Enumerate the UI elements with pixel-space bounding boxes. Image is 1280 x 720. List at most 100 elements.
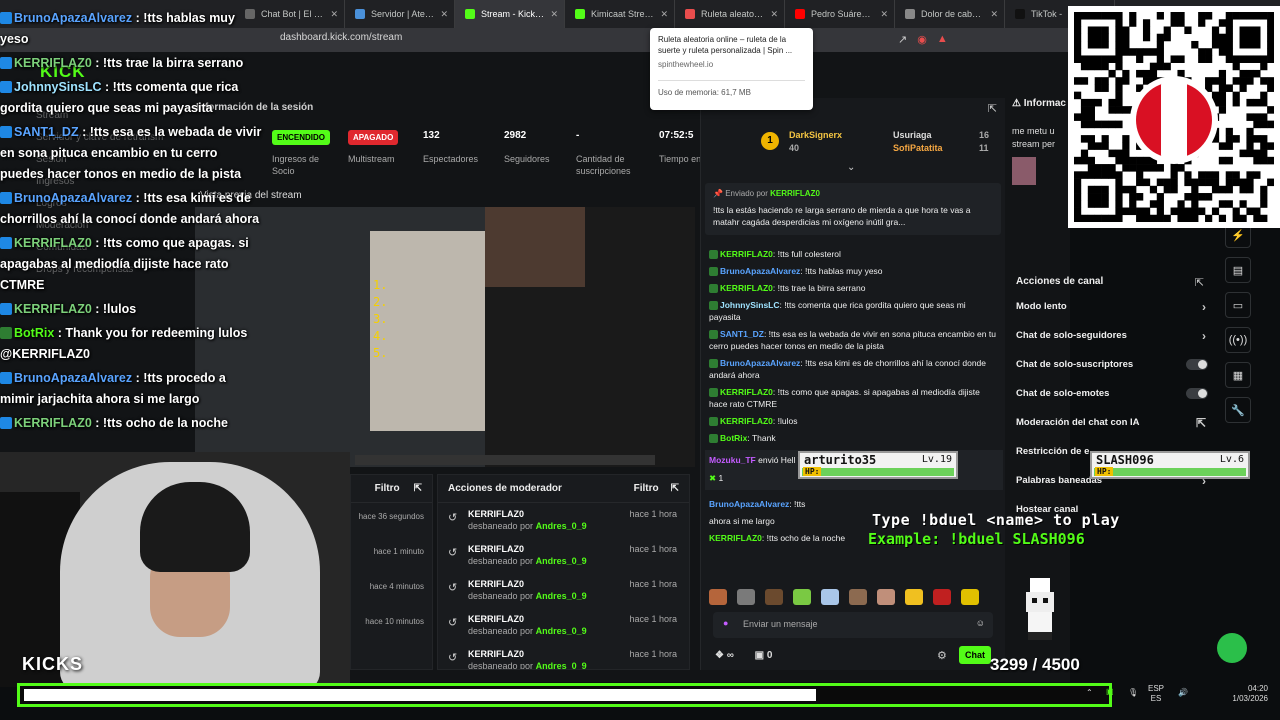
leader-2-name[interactable]: Usuriaga: [893, 130, 932, 140]
browser-tab[interactable]: Kimicaat Stream - ✕: [565, 0, 675, 28]
chat-username[interactable]: KERRIFLAZ0: [720, 416, 773, 426]
chat-message[interactable]: KERRIFLAZ0: !tts trae la birra serrano: [709, 282, 999, 294]
emote-icon[interactable]: [877, 589, 895, 605]
clipboard-icon[interactable]: ▤: [1225, 257, 1251, 283]
chat-username[interactable]: BrunoApazaAlvarez: [709, 499, 789, 509]
emote-icon[interactable]: [765, 589, 783, 605]
chat-bubble-icon[interactable]: ▭: [1225, 292, 1251, 318]
chat-message[interactable]: KERRIFLAZ0: !lulos: [709, 415, 999, 427]
system-clock[interactable]: 04:20 1/03/2026: [1232, 684, 1268, 704]
emote-icon[interactable]: [933, 589, 951, 605]
chat-settings-icon[interactable]: ⚙: [937, 649, 947, 662]
chat-username[interactable]: BotRix: [720, 433, 747, 443]
chat-message[interactable]: BrunoApazaAlvarez: !tts: [709, 498, 999, 510]
moderator-action-row[interactable]: ↺ KERRIFLAZ0 desbaneado por Andres_0_9 h…: [438, 538, 689, 573]
chat-message[interactable]: BrunoApazaAlvarez: !tts esa kimi es de c…: [709, 357, 999, 381]
moderator-action-row[interactable]: ↺ KERRIFLAZ0 desbaneado por Andres_0_9 h…: [438, 573, 689, 608]
overlay-username: KERRIFLAZ0: [14, 236, 92, 250]
chat-username[interactable]: KERRIFLAZ0: [720, 387, 773, 397]
chat-message[interactable]: BrunoApazaAlvarez: !tts hablas muy yeso: [709, 265, 999, 277]
close-icon[interactable]: ✕: [770, 9, 778, 20]
extension-icon[interactable]: ◉: [917, 33, 927, 46]
toggle-switch[interactable]: [1186, 388, 1208, 399]
system-tray: ⌃ ▣ 🎙 ESP ES 🔊 04:20 1/03/2026: [1082, 682, 1280, 708]
emote-icon[interactable]: [905, 589, 923, 605]
tray-app-icon[interactable]: ▣: [1106, 687, 1114, 696]
close-icon[interactable]: ✕: [330, 9, 338, 20]
close-icon[interactable]: ✕: [880, 9, 888, 20]
share-icon[interactable]: ↗: [898, 33, 907, 46]
stream-preview[interactable]: 1. 2. 3. 4. 5.: [195, 207, 695, 467]
moderator-action-row[interactable]: ↺ KERRIFLAZ0 desbaneado por Andres_0_9 h…: [438, 643, 689, 669]
browser-tab[interactable]: Stream - Kick Dash ✕: [455, 0, 565, 28]
url-text[interactable]: dashboard.kick.com/stream: [280, 32, 402, 43]
chat-username[interactable]: KERRIFLAZ0: [720, 249, 773, 259]
close-icon[interactable]: ✕: [660, 9, 668, 20]
gift-sender[interactable]: Mozuku_TF: [709, 455, 756, 465]
overlay-chat-line: JohnnySinsLC : !tts comenta que rica gor…: [0, 80, 239, 115]
speaker-icon[interactable]: 🔊: [1178, 688, 1188, 697]
support-chat-button[interactable]: [1217, 633, 1247, 663]
chat-message[interactable]: KERRIFLAZ0: !tts como que apagas. si apa…: [709, 386, 999, 410]
channel-expand-icon[interactable]: ⇱: [1195, 276, 1204, 289]
emote-icon[interactable]: [793, 589, 811, 605]
close-icon[interactable]: ✕: [990, 9, 998, 20]
moderator-filter-button[interactable]: Filtro: [634, 483, 659, 494]
emote-icon[interactable]: [709, 589, 727, 605]
chat-expand-icon[interactable]: ⇱: [988, 102, 997, 115]
leader-3-name[interactable]: SofiPatatita: [893, 143, 943, 153]
mic-icon[interactable]: ●: [723, 618, 728, 628]
leaderboard-collapse-icon[interactable]: ⌄: [847, 162, 855, 173]
badge-icon: [0, 12, 12, 24]
tray-expand-icon[interactable]: ⌃: [1086, 688, 1093, 697]
gift-icon[interactable]: ▣: [755, 650, 764, 661]
leader-1-name[interactable]: DarkSignerx: [789, 130, 842, 140]
emote-icon[interactable]: [737, 589, 755, 605]
moderator-action-row[interactable]: ↺ KERRIFLAZ0 desbaneado por Andres_0_9 h…: [438, 608, 689, 643]
moderator-action-row[interactable]: ↺ KERRIFLAZ0 desbaneado por Andres_0_9 h…: [438, 503, 689, 538]
browser-tab[interactable]: Pedro Suárez Vértiz - ✕: [785, 0, 895, 28]
browser-tab[interactable]: Ruleta aleatoria on ✕: [675, 0, 785, 28]
browser-tab[interactable]: Dolor de cabeza y abs ✕: [895, 0, 1005, 28]
language-indicator[interactable]: ESP ES: [1148, 684, 1164, 704]
browser-tab[interactable]: Servidor | Aternos | Se ✕: [345, 0, 455, 28]
channel-action-row[interactable]: Chat de solo-seguidores ›: [1008, 329, 1218, 359]
close-icon[interactable]: ✕: [440, 9, 448, 20]
info-thumbnail[interactable]: [1012, 157, 1036, 185]
mic-tray-icon[interactable]: 🎙: [1128, 688, 1138, 697]
expand-icon[interactable]: ⇱: [671, 483, 679, 494]
warning-icon[interactable]: ▲: [937, 33, 948, 46]
emote-icon[interactable]: [821, 589, 839, 605]
activity-filter-button[interactable]: Filtro: [375, 483, 400, 494]
emote-icon[interactable]: [849, 589, 867, 605]
chat-message[interactable]: JohnnySinsLC: !tts comenta que rica gord…: [709, 299, 999, 323]
chat-input[interactable]: ● Enviar un mensaje ☺: [713, 612, 993, 638]
channel-action-row[interactable]: Chat de solo-emotes: [1008, 388, 1218, 417]
chat-message[interactable]: KERRIFLAZ0: !tts full colesterol: [709, 248, 999, 260]
activity-panel-header: Filtro ⇱: [351, 475, 432, 503]
chat-username[interactable]: SANT1_DZ: [720, 329, 764, 339]
expand-icon[interactable]: ⇱: [414, 483, 422, 494]
chat-username[interactable]: JohnnySinsLC: [720, 300, 780, 310]
preview-controls[interactable]: [355, 455, 655, 465]
chat-message[interactable]: BotRix: Thank: [709, 432, 999, 444]
chat-username[interactable]: KERRIFLAZ0: [720, 283, 773, 293]
channel-action-row[interactable]: Moderación del chat con IA ⇱: [1008, 416, 1218, 446]
channel-action-row[interactable]: Modo lento ›: [1008, 300, 1218, 330]
emote-icon[interactable]: [961, 589, 979, 605]
wrench-icon[interactable]: 🔧: [1225, 397, 1251, 423]
chat-username[interactable]: BrunoApazaAlvarez: [720, 358, 800, 368]
chat-username[interactable]: KERRIFLAZ0: [709, 533, 762, 543]
chat-send-button[interactable]: Chat: [959, 646, 991, 664]
pinned-message[interactable]: 📌 Enviado por KERRIFLAZ0 !tts la estás h…: [705, 183, 1001, 235]
layout-icon[interactable]: ▦: [1225, 362, 1251, 388]
channel-action-row[interactable]: Chat de solo-suscriptores: [1008, 359, 1218, 388]
channel-action-row[interactable]: Palabras baneadas ›: [1008, 474, 1218, 504]
chat-username[interactable]: BrunoApazaAlvarez: [720, 266, 800, 276]
close-icon[interactable]: ✕: [550, 9, 558, 20]
broadcast-icon[interactable]: ((•)): [1225, 327, 1251, 353]
toggle-switch[interactable]: [1186, 359, 1208, 370]
emoji-icon[interactable]: ☺: [976, 618, 985, 628]
points-icon[interactable]: ❖ ∞: [715, 650, 734, 661]
chat-message[interactable]: SANT1_DZ: !tts esa es la webada de vivir…: [709, 328, 999, 352]
